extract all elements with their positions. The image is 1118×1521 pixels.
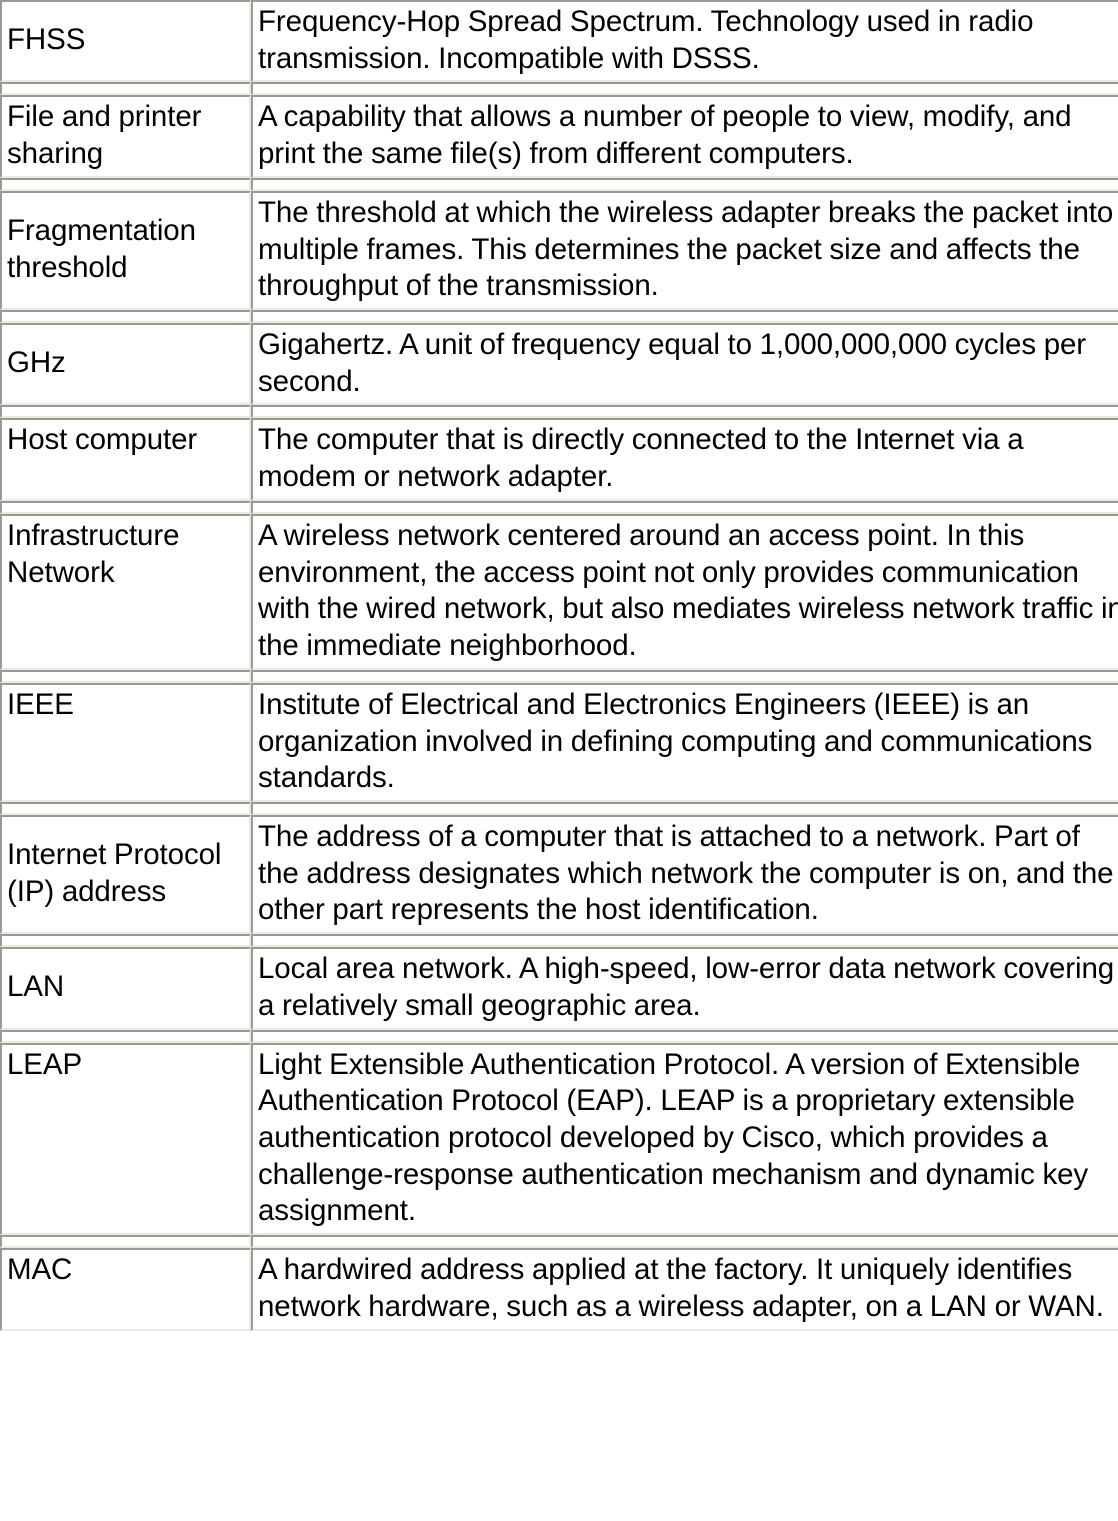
definition-cell: Gigahertz. A unit of frequency equal to … (251, 323, 1118, 406)
table-row: Internet Protocol (IP) address The addre… (0, 814, 1118, 935)
row-gap (0, 405, 1118, 419)
row-gap (0, 177, 1118, 191)
row-gap-cell (251, 934, 1118, 948)
definition-cell: Light Extensible Authentication Protocol… (251, 1042, 1118, 1236)
row-gap-cell (0, 934, 251, 948)
term-cell: MAC (0, 1248, 251, 1331)
glossary-table: FHSS Frequency-Hop Spread Spectrum. Tech… (0, 0, 1118, 1331)
term-text: LEAP (7, 1047, 83, 1081)
term-cell: File and printer sharing (0, 95, 251, 178)
term-text: GHz (7, 346, 66, 380)
definition-text: Local area network. A high-speed, low-er… (258, 952, 1115, 1022)
table-row: LAN Local area network. A high-speed, lo… (0, 947, 1118, 1030)
row-gap-cell (0, 82, 251, 96)
definition-text: A capability that allows a number of peo… (258, 100, 1072, 171)
row-gap-cell (251, 1029, 1118, 1043)
row-gap-cell (0, 310, 251, 324)
definition-text: A wireless network centered around an ac… (258, 518, 1118, 663)
term-text: FHSS (7, 23, 86, 57)
term-text: Internet Protocol (IP) address (7, 838, 222, 909)
definition-cell: The address of a computer that is attach… (251, 814, 1118, 935)
definition-cell: The computer that is directly connected … (251, 418, 1118, 501)
definition-cell: A capability that allows a number of peo… (251, 95, 1118, 178)
row-gap (0, 669, 1118, 683)
definition-text: Light Extensible Authentication Protocol… (258, 1047, 1089, 1228)
row-gap-cell (251, 500, 1118, 514)
row-gap-cell (0, 1235, 251, 1249)
table-row: IEEE Institute of Electrical and Electro… (0, 682, 1118, 802)
row-gap-cell (251, 82, 1118, 96)
table-row: File and printer sharing A capability th… (0, 95, 1118, 178)
term-cell: LAN (0, 947, 251, 1030)
definition-text: The threshold at which the wireless adap… (258, 195, 1114, 303)
row-gap-cell (0, 801, 251, 815)
row-gap-cell (0, 1029, 251, 1043)
definition-text: The address of a computer that is attach… (258, 819, 1114, 927)
term-text: MAC (7, 1253, 73, 1287)
term-text: IEEE (7, 687, 74, 721)
term-cell: IEEE (0, 682, 251, 802)
table-row: FHSS Frequency-Hop Spread Spectrum. Tech… (0, 0, 1118, 83)
table-row: Infrastructure Network A wireless networ… (0, 513, 1118, 670)
table-row: LEAP Light Extensible Authentication Pro… (0, 1042, 1118, 1236)
row-gap (0, 82, 1118, 96)
table-row: Fragmentation threshold The threshold at… (0, 190, 1118, 311)
row-gap-cell (251, 1235, 1118, 1249)
definition-cell: A hardwired address applied at the facto… (251, 1248, 1118, 1331)
definition-cell: Institute of Electrical and Electronics … (251, 682, 1118, 802)
definition-text: Institute of Electrical and Electronics … (258, 687, 1093, 795)
table-row: MAC A hardwired address applied at the f… (0, 1248, 1118, 1331)
term-text: LAN (7, 970, 65, 1004)
row-gap (0, 801, 1118, 815)
row-gap (0, 934, 1118, 948)
term-text: Infrastructure Network (7, 518, 180, 589)
term-cell: LEAP (0, 1042, 251, 1236)
definition-cell: A wireless network centered around an ac… (251, 513, 1118, 670)
row-gap-cell (0, 405, 251, 419)
row-gap-cell (0, 177, 251, 191)
term-cell: Internet Protocol (IP) address (0, 814, 251, 935)
row-gap-cell (0, 669, 251, 683)
table-row: GHz Gigahertz. A unit of frequency equal… (0, 323, 1118, 406)
term-text: Host computer (7, 423, 198, 457)
row-gap (0, 1235, 1118, 1249)
row-gap-cell (251, 669, 1118, 683)
row-gap (0, 310, 1118, 324)
definition-cell: Local area network. A high-speed, low-er… (251, 947, 1118, 1030)
row-gap (0, 500, 1118, 514)
term-cell: Fragmentation threshold (0, 190, 251, 311)
definition-text: A hardwired address applied at the facto… (258, 1253, 1104, 1323)
row-gap-cell (0, 500, 251, 514)
term-cell: Infrastructure Network (0, 513, 251, 670)
term-cell: GHz (0, 323, 251, 406)
term-text: Fragmentation threshold (7, 214, 196, 284)
table-row: Host computer The computer that is direc… (0, 418, 1118, 501)
term-cell: Host computer (0, 418, 251, 501)
row-gap-cell (251, 310, 1118, 324)
row-gap (0, 1029, 1118, 1043)
definition-text: The computer that is directly connected … (258, 423, 1024, 494)
row-gap-cell (251, 801, 1118, 815)
definition-text: Frequency-Hop Spread Spectrum. Technolog… (258, 5, 1034, 75)
definition-cell: Frequency-Hop Spread Spectrum. Technolog… (251, 0, 1118, 83)
row-gap-cell (251, 177, 1118, 191)
definition-cell: The threshold at which the wireless adap… (251, 190, 1118, 311)
glossary-table-body: FHSS Frequency-Hop Spread Spectrum. Tech… (0, 0, 1118, 1331)
definition-text: Gigahertz. A unit of frequency equal to … (258, 328, 1087, 398)
row-gap-cell (251, 405, 1118, 419)
term-text: File and printer sharing (7, 100, 202, 171)
term-cell: FHSS (0, 0, 251, 83)
